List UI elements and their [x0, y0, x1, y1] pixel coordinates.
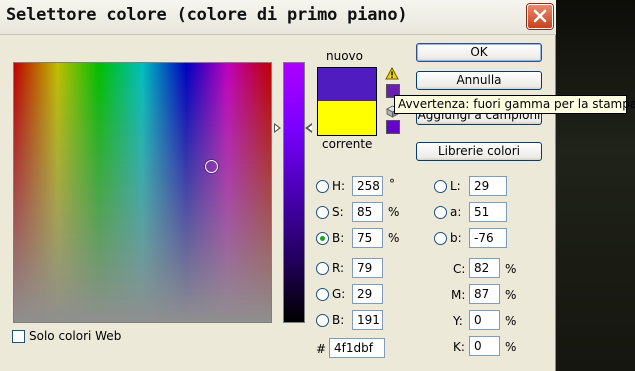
k-unit: %: [505, 340, 517, 354]
y-label: Y:: [453, 314, 463, 328]
radio-r[interactable]: [316, 262, 329, 275]
close-icon: [533, 9, 547, 23]
m-input[interactable]: 87: [469, 284, 500, 304]
a-label: a:: [450, 205, 462, 219]
r-label: R:: [332, 261, 345, 275]
blue-label: B:: [332, 313, 345, 327]
radio-g[interactable]: [316, 288, 329, 301]
cancel-button[interactable]: Annulla: [416, 71, 542, 90]
radio-l[interactable]: [434, 180, 447, 193]
y-unit: %: [505, 314, 517, 328]
a-input[interactable]: 51: [469, 202, 507, 222]
m-label: M:: [451, 288, 466, 302]
slider-right-arrow[interactable]: [305, 123, 312, 133]
radio-h[interactable]: [316, 180, 329, 193]
color-field[interactable]: [13, 62, 272, 323]
window-title: Selettore colore (colore di primo piano): [6, 5, 408, 25]
new-label: nuovo: [326, 49, 363, 63]
current-label: corrente: [322, 137, 373, 151]
web-colors-only-checkbox[interactable]: [12, 330, 25, 343]
l-input[interactable]: 29: [469, 176, 507, 196]
r-input[interactable]: 79: [352, 258, 383, 278]
s-input[interactable]: 85: [352, 202, 383, 222]
c-input[interactable]: 82: [469, 258, 500, 278]
radio-a[interactable]: [434, 206, 447, 219]
current-color-swatch[interactable]: [317, 101, 377, 136]
g-input[interactable]: 29: [352, 284, 383, 304]
radio-brightness[interactable]: [316, 232, 329, 245]
m-unit: %: [505, 288, 517, 302]
ok-button[interactable]: OK: [416, 43, 542, 62]
title-bar: Selettore colore (colore di primo piano): [0, 0, 556, 35]
brightness-label: B:: [332, 231, 345, 245]
web-colors-only-label: Solo colori Web: [29, 329, 122, 343]
web-safe-swatch[interactable]: [386, 120, 400, 134]
l-label: L:: [450, 179, 461, 193]
hue-slider[interactable]: [283, 62, 305, 323]
color-field-marker[interactable]: [205, 160, 218, 173]
h-label: H:: [332, 179, 346, 193]
h-unit: °: [389, 177, 395, 191]
lab-b-label: b:: [450, 231, 462, 245]
s-label: S:: [332, 205, 344, 219]
blue-input[interactable]: 191: [352, 310, 383, 330]
radio-lab-b[interactable]: [434, 232, 447, 245]
k-label: K:: [453, 340, 465, 354]
g-label: G:: [332, 287, 346, 301]
color-picker-dialog: Selettore colore (colore di primo piano)…: [0, 0, 556, 371]
gamut-warning-tooltip: Avvertenza: fuori gamma per la stampa: [394, 95, 635, 114]
k-input[interactable]: 0: [469, 336, 500, 356]
hex-label: #: [316, 342, 327, 356]
brightness-input[interactable]: 75: [352, 228, 383, 248]
radio-s[interactable]: [316, 206, 329, 219]
new-color-swatch: [317, 67, 377, 102]
hex-input[interactable]: 4f1dbf: [329, 338, 385, 358]
h-input[interactable]: 258: [352, 176, 383, 196]
slider-left-arrow[interactable]: [274, 123, 281, 133]
c-label: C:: [453, 262, 466, 276]
brightness-unit: %: [388, 231, 400, 245]
close-button[interactable]: [527, 4, 553, 29]
color-libraries-button[interactable]: Librerie colori: [416, 142, 542, 161]
out-of-gamut-warning-icon[interactable]: [385, 67, 399, 80]
s-unit: %: [388, 205, 400, 219]
y-input[interactable]: 0: [469, 310, 500, 330]
radio-blue[interactable]: [316, 314, 329, 327]
lab-b-input[interactable]: -76: [469, 228, 507, 248]
c-unit: %: [505, 262, 517, 276]
